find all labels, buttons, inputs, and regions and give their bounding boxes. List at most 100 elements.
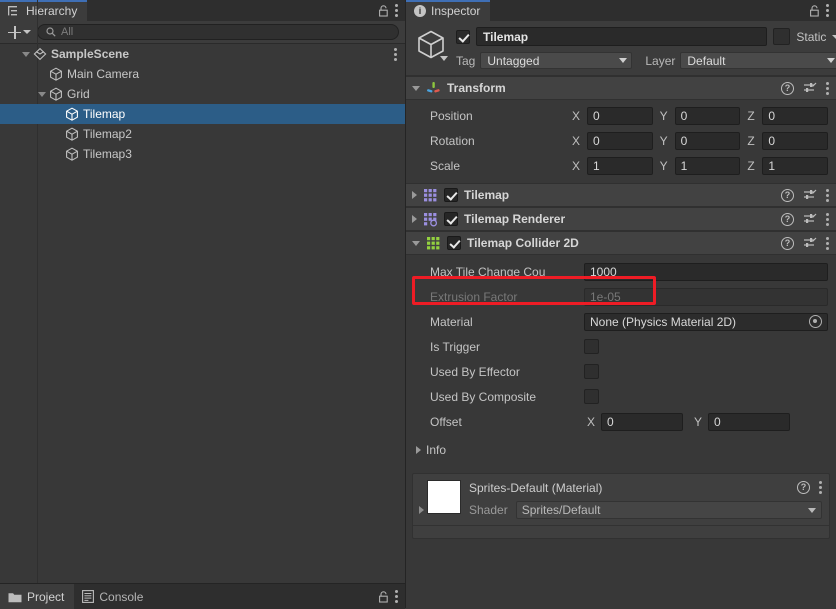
preset-icon[interactable]	[803, 82, 817, 95]
tab-project[interactable]: Project	[0, 584, 75, 609]
lock-icon[interactable]	[809, 4, 820, 17]
foldout-arrow-icon[interactable]	[412, 240, 420, 246]
kebab-menu-icon[interactable]	[826, 212, 829, 226]
component-enabled-checkbox[interactable]	[444, 188, 458, 202]
hierarchy-item-samplescene[interactable]: SampleScene	[0, 44, 405, 64]
max-tile-change-count-input[interactable]: 1000	[584, 262, 828, 281]
is-trigger-checkbox[interactable]	[584, 339, 599, 354]
used-by-composite-checkbox[interactable]	[584, 389, 599, 404]
material-preview-block: Sprites-Default (Material) Shader Sprite…	[412, 473, 830, 539]
component-header-transform[interactable]: Transform ?	[406, 76, 836, 100]
gameobject-name-input[interactable]: Tilemap	[476, 27, 768, 46]
foldout-arrow-icon[interactable]	[38, 91, 46, 97]
help-icon[interactable]: ?	[797, 481, 810, 494]
chevron-down-icon	[619, 58, 628, 63]
create-gameobject-button[interactable]	[6, 24, 33, 41]
axis-z-label: Z	[747, 158, 755, 173]
hierarchy-item-tilemap3[interactable]: Tilemap3	[0, 144, 405, 164]
tilemap-renderer-icon	[424, 212, 438, 226]
gameobject-enabled-checkbox[interactable]	[456, 29, 470, 44]
offset-x-input[interactable]: 0	[601, 412, 683, 431]
foldout-arrow-icon[interactable]	[412, 85, 420, 91]
hierarchy-item-tilemap[interactable]: Tilemap	[0, 104, 405, 124]
transform-row-scale: Scale X 1 Y 1 Z 1	[414, 153, 829, 178]
help-icon[interactable]: ?	[781, 212, 794, 226]
transform-position-x-input[interactable]: 0	[587, 106, 653, 125]
offset-y-input[interactable]: 0	[708, 412, 790, 431]
kebab-menu-icon[interactable]	[826, 81, 829, 95]
kebab-menu-icon[interactable]	[394, 48, 397, 61]
static-checkbox[interactable]	[773, 28, 791, 45]
material-object-field[interactable]: None (Physics Material 2D)	[584, 312, 828, 331]
transform-scale-z-input[interactable]: 1	[762, 156, 829, 175]
tilemap-collider-properties: Max Tile Change Cou 1000 Extrusion Facto…	[406, 255, 836, 440]
component-title: Tilemap Renderer	[464, 212, 566, 226]
foldout-arrow-icon[interactable]	[22, 51, 30, 57]
gameobject-cube-icon	[66, 127, 78, 141]
lock-icon[interactable]	[378, 4, 389, 17]
kebab-menu-icon[interactable]	[826, 188, 829, 202]
help-icon[interactable]: ?	[781, 188, 794, 202]
object-picker-icon[interactable]	[809, 315, 822, 328]
transform-rotation-x-input[interactable]: 0	[587, 131, 653, 150]
tag-dropdown[interactable]: Untagged	[480, 52, 633, 69]
prop-row-used-by-effector: Used By Effector	[414, 359, 828, 384]
transform-rotation-z-input[interactable]: 0	[762, 131, 829, 150]
property-label: Is Trigger	[430, 339, 481, 354]
component-title: Tilemap	[464, 188, 510, 202]
component-enabled-checkbox[interactable]	[447, 236, 461, 250]
hierarchy-item-tilemap2[interactable]: Tilemap2	[0, 124, 405, 144]
material-actions: ?	[797, 481, 822, 494]
kebab-menu-icon[interactable]	[826, 236, 829, 250]
kebab-menu-icon[interactable]	[826, 4, 829, 17]
tab-console[interactable]: Console	[74, 584, 154, 609]
hierarchy-item-label: Tilemap3	[83, 147, 132, 161]
kebab-menu-icon[interactable]	[819, 481, 822, 494]
shader-dropdown[interactable]: Sprites/Default	[515, 501, 822, 519]
tilemap-collider-icon	[427, 236, 440, 249]
tab-inspector[interactable]: i Inspector	[406, 0, 491, 21]
shader-value: Sprites/Default	[521, 503, 601, 517]
hierarchy-tabbar: Hierarchy	[0, 0, 405, 21]
component-enabled-checkbox[interactable]	[444, 212, 458, 226]
preset-icon[interactable]	[803, 213, 817, 226]
transform-scale-y-input[interactable]: 1	[674, 156, 741, 175]
foldout-arrow-icon[interactable]	[419, 506, 424, 514]
chevron-down-icon	[827, 58, 836, 63]
property-label: Max Tile Change Cou	[430, 264, 546, 279]
info-icon: i	[414, 4, 426, 17]
hierarchy-item-label: SampleScene	[51, 47, 130, 61]
help-icon[interactable]: ?	[781, 236, 794, 250]
component-header-tilemap-renderer[interactable]: Tilemap Renderer?	[406, 207, 836, 231]
hierarchy-search-input[interactable]: All	[37, 24, 399, 40]
transform-position-y-input[interactable]: 0	[674, 106, 741, 125]
hierarchy-item-grid[interactable]: Grid	[0, 84, 405, 104]
transform-row-rotation: Rotation X 0 Y 0 Z 0	[414, 128, 829, 153]
used-by-effector-checkbox[interactable]	[584, 364, 599, 379]
gameobject-icon-button[interactable]	[414, 27, 450, 67]
tab-hierarchy[interactable]: Hierarchy	[0, 0, 88, 21]
hierarchy-item-main-camera[interactable]: Main Camera	[0, 64, 405, 84]
tag-label: Tag	[456, 53, 476, 68]
component-header-tilemap[interactable]: Tilemap?	[406, 183, 836, 207]
preset-icon[interactable]	[803, 237, 817, 250]
lock-icon[interactable]	[378, 590, 389, 603]
help-icon[interactable]: ?	[781, 81, 794, 95]
hierarchy-tree: SampleScene Main Camera Grid Tilemap Til…	[0, 0, 405, 583]
transform-position-z-input[interactable]: 0	[762, 106, 829, 125]
layer-dropdown[interactable]: Default	[680, 52, 836, 69]
component-header-tilemap-collider-2d[interactable]: Tilemap Collider 2D?	[406, 231, 836, 255]
foldout-arrow-icon[interactable]	[412, 215, 417, 223]
preset-icon[interactable]	[803, 189, 817, 202]
axis-y-label: Y	[659, 133, 668, 148]
info-foldout[interactable]: Info	[406, 440, 836, 465]
chevron-down-icon[interactable]	[440, 56, 448, 61]
foldout-arrow-icon[interactable]	[412, 191, 417, 199]
transform-rotation-y-input[interactable]: 0	[674, 131, 741, 150]
kebab-menu-icon[interactable]	[395, 4, 398, 17]
kebab-menu-icon[interactable]	[395, 590, 398, 603]
transform-scale-x-input[interactable]: 1	[587, 156, 653, 175]
prop-row-max-tile-change-count: Max Tile Change Cou 1000	[414, 259, 828, 284]
static-dropdown-chevron-icon[interactable]	[832, 34, 836, 39]
axis-z-label: Z	[747, 133, 755, 148]
